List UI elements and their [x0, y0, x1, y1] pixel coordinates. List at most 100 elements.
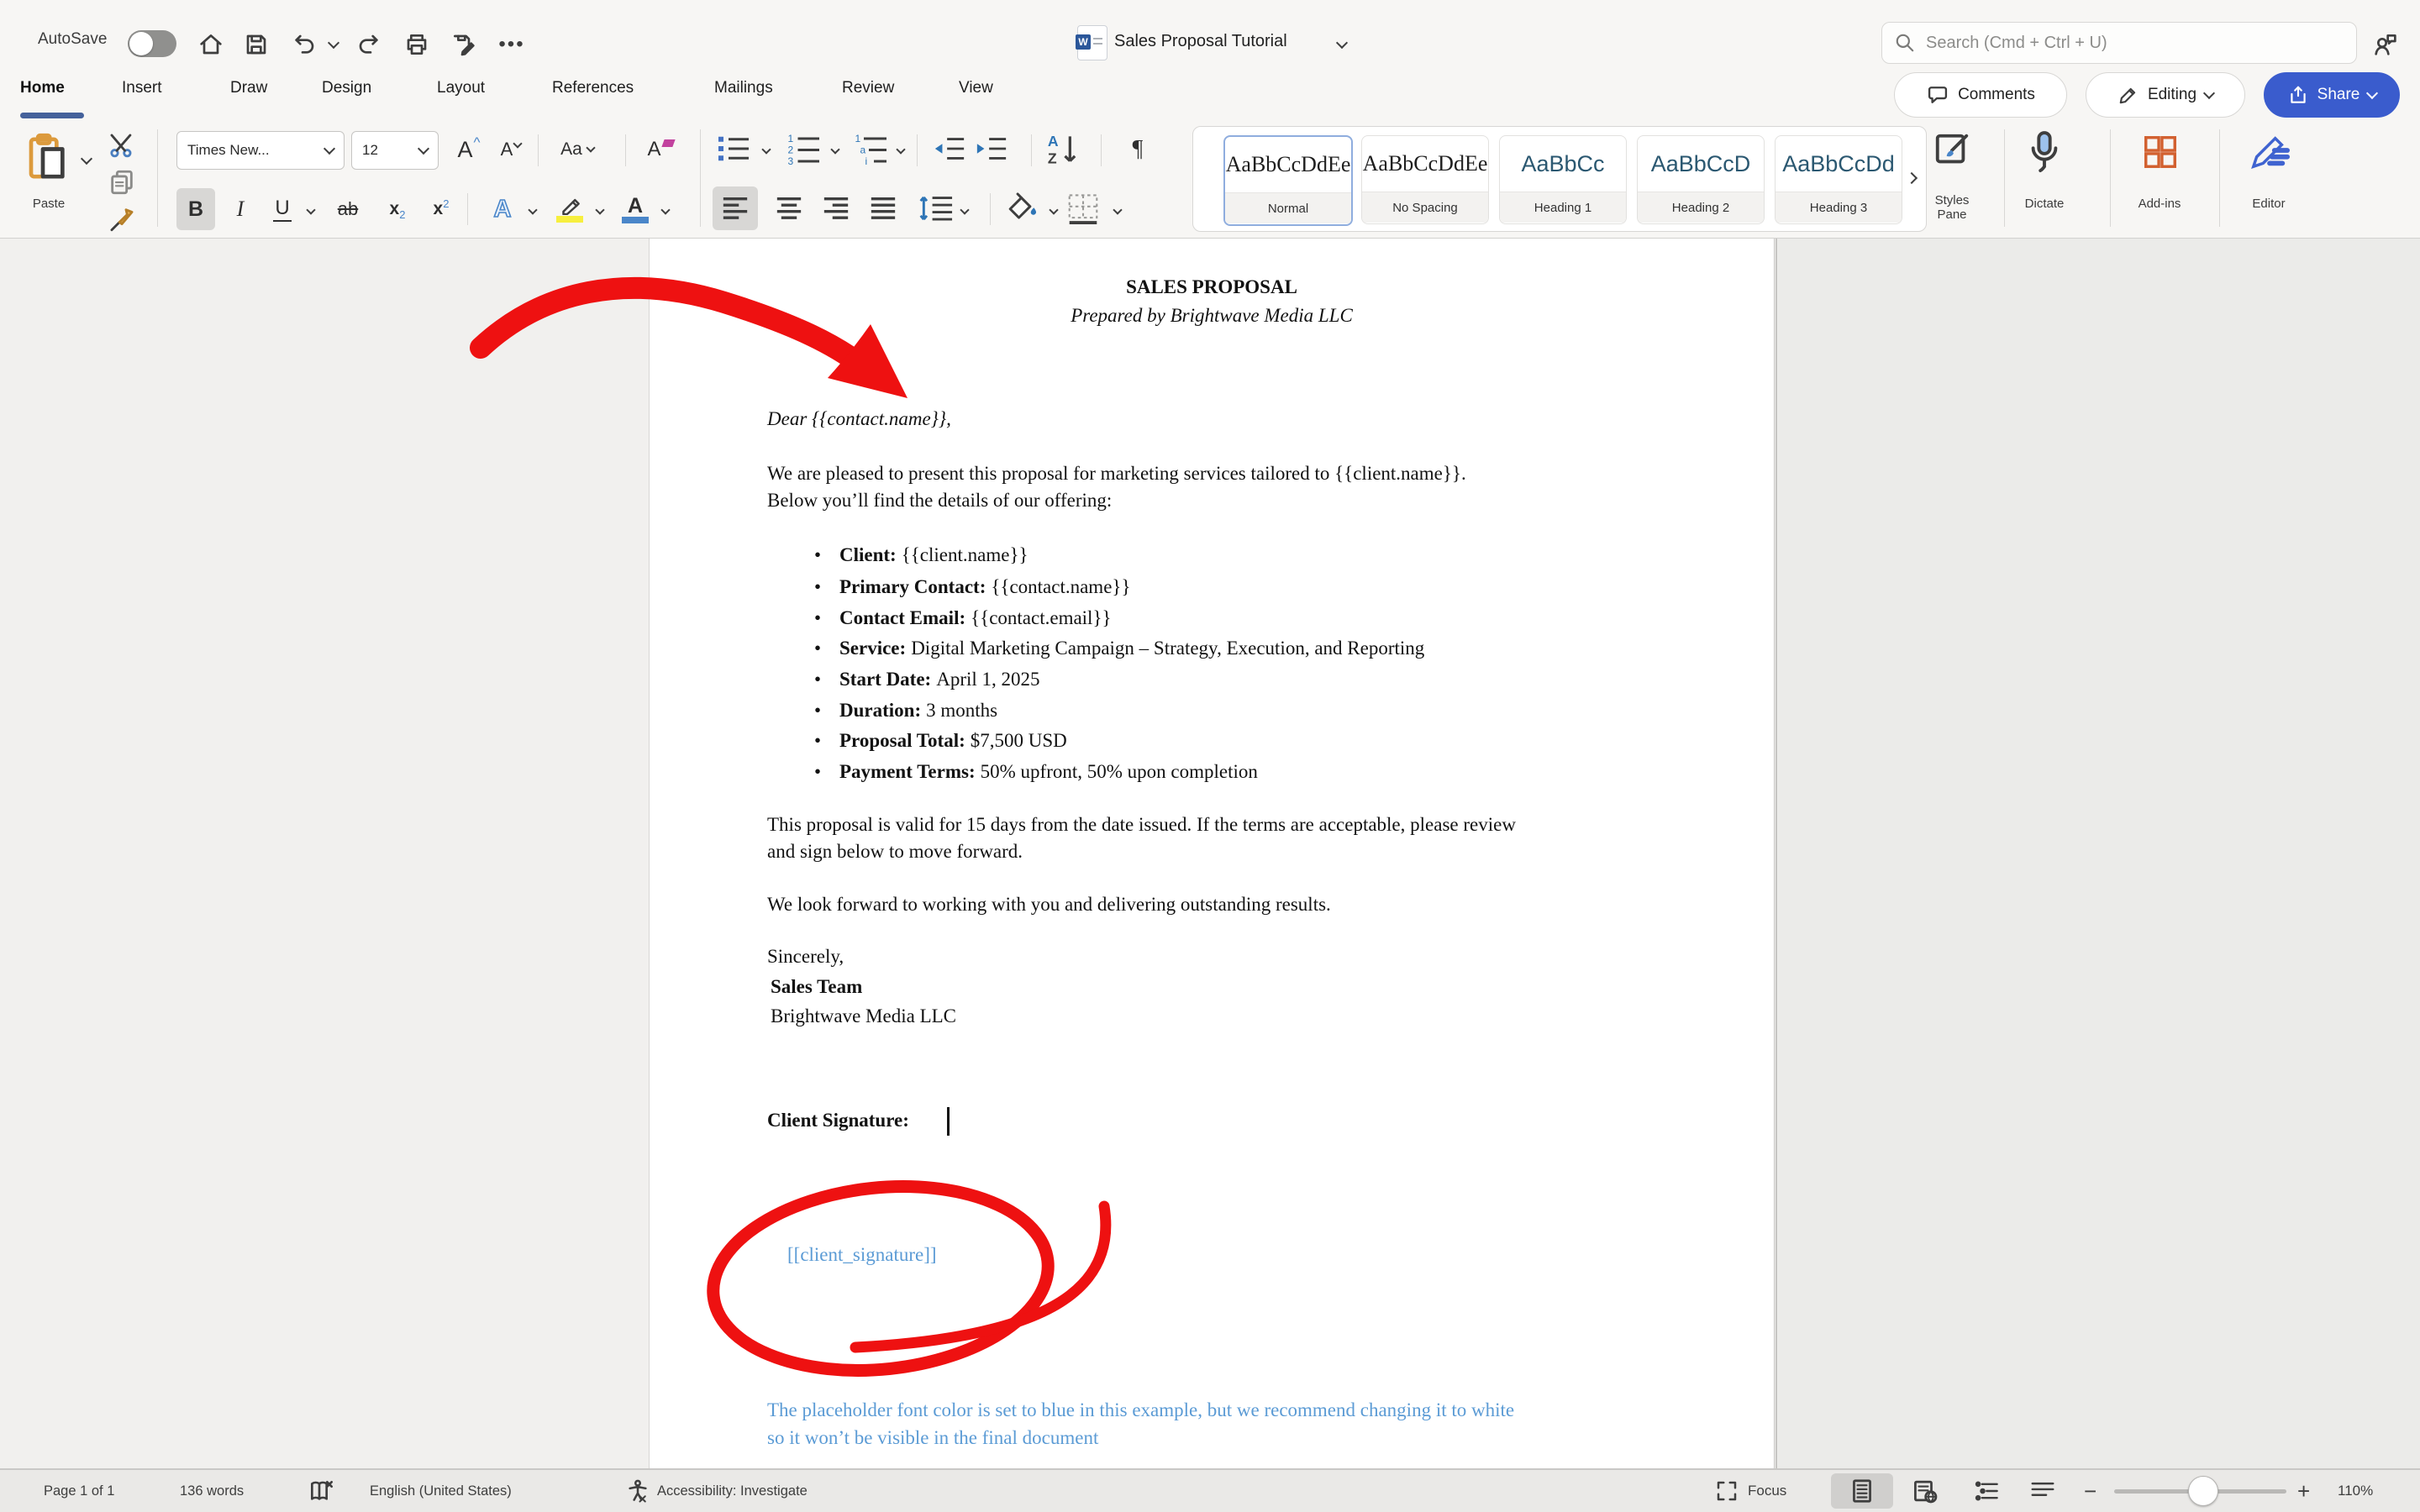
search-bar[interactable]	[1881, 22, 2357, 64]
print-button[interactable]	[401, 29, 433, 60]
shading-button[interactable]	[1005, 192, 1040, 229]
document-title[interactable]: Sales Proposal Tutorial	[1114, 32, 1287, 51]
numbering-button[interactable]: 1 2 3	[786, 133, 822, 169]
undo-dropdown-chevron[interactable]	[328, 37, 339, 49]
shrink-font-button[interactable]: A	[492, 129, 529, 170]
search-input[interactable]	[1924, 33, 2331, 54]
people-button[interactable]	[2370, 29, 2402, 60]
language-indicator[interactable]: English (United States)	[370, 1470, 512, 1512]
text-effects-chevron[interactable]	[528, 205, 537, 214]
strikethrough-button[interactable]: ab	[326, 188, 370, 230]
bullets-chevron[interactable]	[761, 144, 771, 154]
web-layout-view-button[interactable]	[1901, 1473, 1949, 1509]
dictate-button[interactable]	[2025, 129, 2064, 181]
underline-chevron[interactable]	[306, 205, 315, 214]
align-right-button[interactable]	[813, 186, 859, 230]
home-button[interactable]	[195, 29, 227, 60]
accessibility-checker[interactable]	[625, 1470, 650, 1512]
tab-mailings[interactable]: Mailings	[714, 79, 773, 97]
share-button[interactable]: Share	[2264, 72, 2400, 118]
font-name-select[interactable]: Times New...	[176, 131, 345, 170]
line-spacing-button[interactable]	[918, 193, 955, 228]
print-layout-view-button[interactable]	[1831, 1473, 1893, 1509]
tab-review[interactable]: Review	[842, 79, 894, 97]
editing-mode-button[interactable]: Editing	[2086, 72, 2245, 118]
font-size-select[interactable]: 12	[351, 131, 439, 170]
redo-button[interactable]	[353, 29, 385, 60]
align-left-button[interactable]	[713, 186, 758, 230]
grow-font-button[interactable]: A^	[450, 129, 487, 170]
tab-home[interactable]: Home	[20, 79, 65, 97]
tab-layout[interactable]: Layout	[437, 79, 485, 97]
show-marks-button[interactable]: ¶	[1118, 129, 1158, 170]
editor-button[interactable]	[2249, 131, 2291, 176]
style-heading-2[interactable]: AaBbCcD Heading 2	[1637, 135, 1765, 224]
copy-icon	[108, 168, 136, 197]
superscript-button[interactable]: x2	[422, 188, 460, 230]
tab-view[interactable]: View	[959, 79, 993, 97]
bold-button[interactable]: B	[176, 188, 215, 230]
autosave-toggle[interactable]	[128, 30, 176, 57]
increase-indent-button[interactable]	[975, 133, 1008, 169]
proofing-status[interactable]	[308, 1470, 334, 1512]
title-dropdown-chevron[interactable]	[1336, 37, 1348, 49]
gallery-more-chevron[interactable]	[1906, 172, 1918, 184]
save-button[interactable]	[240, 29, 272, 60]
paste-button[interactable]	[25, 131, 72, 185]
tab-design[interactable]: Design	[322, 79, 371, 97]
cut-button[interactable]	[108, 131, 136, 164]
word-count[interactable]: 136 words	[180, 1470, 244, 1512]
zoom-in-button[interactable]: +	[2297, 1470, 2310, 1512]
document-page[interactable]: SALES PROPOSAL Prepared by Brightwave Me…	[649, 239, 1775, 1468]
text-effects-button[interactable]: A	[481, 188, 524, 230]
highlight-button[interactable]	[548, 188, 592, 230]
style-no-spacing[interactable]: AaBbCcDdEe No Spacing	[1361, 135, 1489, 224]
justify-button[interactable]	[860, 186, 906, 230]
italic-button[interactable]: I	[225, 188, 255, 230]
zoom-slider-thumb[interactable]	[2188, 1476, 2218, 1506]
style-normal[interactable]: AaBbCcDdEe Normal	[1223, 135, 1353, 226]
focus-button[interactable]: Focus	[1714, 1470, 1786, 1512]
more-commands-button[interactable]: •••	[496, 29, 528, 60]
highlight-chevron[interactable]	[595, 205, 604, 214]
shading-chevron[interactable]	[1049, 205, 1058, 214]
multilevel-list-button[interactable]: 1 a i	[854, 133, 889, 169]
sort-button[interactable]: A Z	[1045, 131, 1082, 171]
tab-draw[interactable]: Draw	[230, 79, 267, 97]
clear-formatting-button[interactable]: A	[639, 129, 682, 170]
comments-button[interactable]: Comments	[1894, 72, 2067, 118]
tab-insert[interactable]: Insert	[122, 79, 162, 97]
zoom-level[interactable]: 110%	[2338, 1470, 2373, 1512]
multilevel-chevron[interactable]	[896, 144, 905, 154]
save-as-button[interactable]	[448, 29, 480, 60]
paste-chevron[interactable]	[81, 153, 92, 165]
style-heading-1[interactable]: AaBbCc Heading 1	[1499, 135, 1627, 224]
underline-button[interactable]: U	[264, 188, 301, 230]
zoom-out-button[interactable]: −	[2084, 1470, 2096, 1512]
change-case-button[interactable]: Aa	[553, 129, 602, 170]
styles-pane-button[interactable]	[1933, 131, 1971, 174]
undo-button[interactable]	[288, 29, 320, 60]
outline-view-button[interactable]	[1963, 1473, 2012, 1509]
font-color-chevron[interactable]	[660, 205, 670, 214]
tab-references[interactable]: References	[552, 79, 634, 97]
accessibility-label[interactable]: Accessibility: Investigate	[657, 1470, 808, 1512]
page-indicator[interactable]: Page 1 of 1	[44, 1470, 114, 1512]
format-painter-button[interactable]	[108, 205, 136, 238]
styles-gallery: AaBbCcDdEe Normal AaBbCcDdEe No Spacing …	[1192, 126, 1927, 232]
draft-view-button[interactable]	[2018, 1473, 2067, 1509]
numbering-chevron[interactable]	[830, 144, 839, 154]
document-canvas[interactable]: SALES PROPOSAL Prepared by Brightwave Me…	[0, 239, 2420, 1468]
align-center-button[interactable]	[766, 186, 812, 230]
style-heading-3[interactable]: AaBbCcDd Heading 3	[1775, 135, 1902, 224]
bullets-button[interactable]	[716, 133, 751, 169]
font-color-button[interactable]: A	[613, 188, 657, 230]
bullet-item: •Duration:3 months	[814, 700, 997, 722]
borders-button[interactable]	[1065, 192, 1101, 229]
copy-button[interactable]	[108, 168, 136, 201]
borders-chevron[interactable]	[1113, 205, 1122, 214]
decrease-indent-button[interactable]	[933, 133, 966, 169]
addins-button[interactable]	[2141, 133, 2180, 176]
line-spacing-chevron[interactable]	[960, 205, 969, 214]
subscript-button[interactable]: x2	[378, 188, 417, 230]
